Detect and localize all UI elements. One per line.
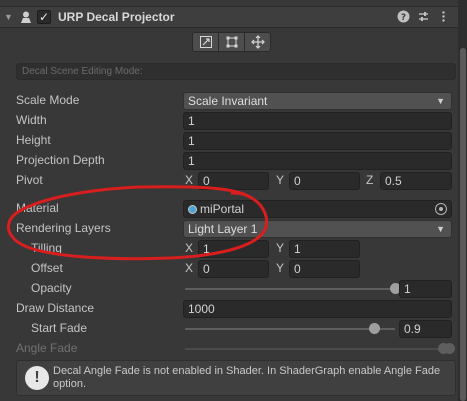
info-icon: ! [25,366,49,390]
opacity-slider-track[interactable] [185,288,395,290]
scale-icon [199,36,212,48]
pivot-x-field[interactable]: 0 [198,172,269,190]
rendering-layers-value: Light Layer 1 [188,222,258,236]
enable-checkbox[interactable]: ✓ [37,10,51,24]
tilling-row: Tilling X 1 Y 1 [0,240,458,258]
component-title: URP Decal Projector [58,10,175,24]
scale-mode-value: Scale Invariant [188,94,268,108]
angle-fade-label: Angle Fade [16,341,78,355]
projection-depth-row: Projection Depth 1 [0,152,458,170]
pivot-z-field[interactable]: 0.5 [380,172,452,190]
decal-projector-icon [21,11,31,23]
material-label: Material [16,201,59,215]
foldout-arrow-icon[interactable]: ▼ [4,12,14,22]
crop-icon [226,36,237,48]
material-icon [188,205,197,214]
offset-y-field[interactable]: 0 [289,260,360,278]
chevron-down-icon: ▼ [436,224,445,234]
height-row: Height 1 [0,132,458,150]
tilling-x-field[interactable]: 1 [198,240,269,258]
object-picker-icon[interactable] [435,203,447,215]
offset-x-field[interactable]: 0 [198,260,269,278]
material-object-field[interactable]: miPortal [183,200,452,218]
scale-tool-button[interactable] [192,32,219,52]
pivot-y-field[interactable]: 0 [289,172,360,190]
tilling-y-label[interactable]: Y [276,241,284,255]
offset-label: Offset [31,261,63,275]
presets-icon[interactable] [416,10,430,24]
context-menu-icon[interactable] [436,10,450,24]
crop-tool-button[interactable] [218,32,245,52]
angle-fade-slider-track [185,348,447,350]
draw-distance-row: Draw Distance 1000 [0,300,458,318]
scrollbar-thumb[interactable] [460,48,466,401]
angle-fade-warning-box: ! Decal Angle Fade is not enabled in Sha… [16,360,456,396]
scale-mode-dropdown[interactable]: Scale Invariant ▼ [183,92,452,110]
svg-text:?: ? [400,13,405,23]
pivot-x-label[interactable]: X [185,173,193,187]
rendering-layers-dropdown[interactable]: Light Layer 1 ▼ [183,220,452,238]
start-fade-slider-track[interactable] [185,328,395,330]
start-fade-row: Start Fade 0.9 [0,320,458,338]
scale-mode-row: Scale Mode Scale Invariant ▼ [0,92,458,110]
material-value: miPortal [200,202,245,216]
start-fade-label: Start Fade [31,321,88,335]
material-row: Material miPortal [0,200,458,218]
projection-depth-label: Projection Depth [16,153,105,167]
angle-fade-slider-max-thumb [444,343,455,354]
scene-editing-mode-field: Decal Scene Editing Mode: [16,63,456,80]
pivot-label: Pivot [16,173,43,187]
draw-distance-label: Draw Distance [16,301,95,315]
angle-fade-row: Angle Fade [0,340,458,358]
opacity-label: Opacity [31,281,72,295]
opacity-row: Opacity 1 [0,280,458,298]
draw-distance-field[interactable]: 1000 [183,300,452,318]
move-icon [250,35,265,49]
move-tool-button[interactable] [244,32,271,52]
offset-x-label[interactable]: X [185,261,193,275]
rendering-layers-row: Rendering Layers Light Layer 1 ▼ [0,220,458,238]
width-field[interactable]: 1 [183,112,452,130]
offset-y-label[interactable]: Y [276,261,284,275]
pivot-z-label[interactable]: Z [366,173,373,187]
width-row: Width 1 [0,112,458,130]
projection-depth-field[interactable]: 1 [183,152,452,170]
decal-projector-inspector: ▼ ✓ URP Decal Projector ? Decal Scene Ed… [0,0,467,401]
pivot-row: Pivot X 0 Y 0 Z 0.5 [0,172,458,190]
rendering-layers-label: Rendering Layers [16,221,111,235]
edit-mode-toolbar [192,32,271,52]
pivot-y-label[interactable]: Y [276,173,284,187]
warning-text: Decal Angle Fade is not enabled in Shade… [53,365,441,390]
width-label: Width [16,113,47,127]
help-icon[interactable]: ? [396,10,410,24]
opacity-field[interactable]: 1 [399,280,452,298]
height-label: Height [16,133,51,147]
height-field[interactable]: 1 [183,132,452,150]
tilling-y-field[interactable]: 1 [289,240,360,258]
tilling-label: Tilling [31,241,62,255]
scale-mode-label: Scale Mode [16,93,80,107]
chevron-down-icon: ▼ [436,96,445,106]
component-header[interactable]: ▼ ✓ URP Decal Projector ? [0,6,458,28]
offset-row: Offset X 0 Y 0 [0,260,458,278]
tilling-x-label[interactable]: X [185,241,193,255]
start-fade-field[interactable]: 0.9 [399,320,452,338]
start-fade-slider-thumb[interactable] [368,323,380,334]
